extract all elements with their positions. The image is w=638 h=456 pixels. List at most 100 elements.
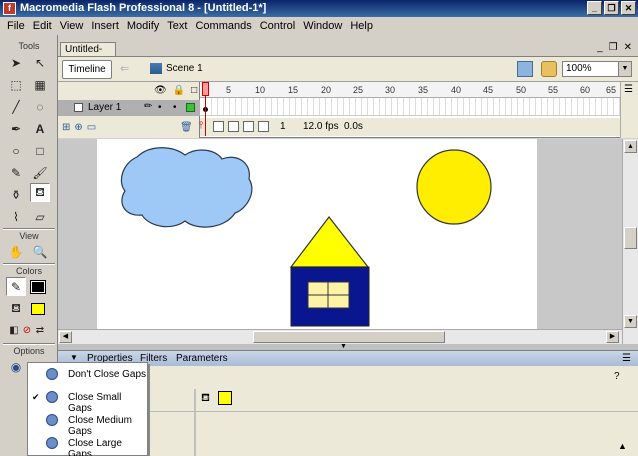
menu-item-close-large-gaps[interactable]: Close Large Gaps [28, 432, 147, 456]
modify-onion-markers-icon[interactable] [258, 121, 269, 132]
edit-symbols-icon[interactable] [541, 61, 557, 77]
edit-scene-icon[interactable] [517, 61, 533, 77]
scene-icon [150, 63, 162, 74]
subselection-tool-icon[interactable]: ↖ [30, 53, 50, 72]
frame-ruler[interactable]: 1 5 10 15 20 25 30 35 40 45 50 55 60 65 [200, 82, 620, 98]
visibility-dot[interactable]: • [158, 102, 162, 113]
scroll-left-icon[interactable]: ◀ [59, 331, 72, 343]
ink-bottle-tool-icon[interactable]: ⚱ [6, 185, 26, 204]
zoom-tool-icon[interactable]: 🔍 [30, 242, 50, 261]
fill-color-icon[interactable]: ⛾ [6, 299, 26, 318]
collapse-up-icon[interactable]: ▲ [618, 441, 627, 451]
menu-item-dont-close-gaps[interactable]: Don't Close Gaps [28, 363, 147, 386]
menu-help[interactable]: Help [346, 20, 377, 32]
minimize-button[interactable]: _ [587, 1, 602, 15]
frame-label: 15 [288, 85, 299, 95]
oval-tool-icon[interactable]: ○ [6, 141, 26, 160]
vertical-scroll-thumb[interactable] [624, 227, 637, 249]
close-button[interactable]: ✕ [621, 1, 636, 15]
delete-layer-icon[interactable]: 🗑 [180, 122, 193, 133]
timeline-menu[interactable]: ☰ [620, 82, 638, 138]
menu-insert[interactable]: Insert [87, 20, 123, 32]
layer-name[interactable]: Layer 1 [88, 102, 121, 113]
scroll-right-icon[interactable]: ▶ [606, 331, 619, 343]
fill-color-swatch[interactable] [28, 299, 48, 318]
selection-tool-icon[interactable]: ➤ [6, 53, 26, 72]
sun-shape[interactable] [416, 149, 492, 225]
menu-edit[interactable]: Edit [29, 20, 56, 32]
cloud-shape[interactable] [120, 147, 253, 228]
line-tool-icon[interactable]: ╱ [6, 97, 26, 116]
swap-colors-icon[interactable]: ⇄ [30, 321, 50, 340]
layer-controls: ⊞ ⊕ ▭ [62, 122, 96, 133]
lock-dot[interactable]: • [173, 102, 177, 113]
insert-layer-icon[interactable]: ⊞ [62, 122, 70, 133]
playhead[interactable] [202, 82, 209, 138]
add-guide-layer-icon[interactable]: ⊕ [74, 122, 82, 133]
menu-control[interactable]: Control [256, 20, 299, 32]
stroke-color-icon[interactable]: ✎ [6, 277, 26, 296]
menu-commands[interactable]: Commands [191, 20, 255, 32]
stroke-color-swatch[interactable] [28, 277, 48, 296]
scroll-down-icon[interactable]: ▼ [624, 315, 637, 328]
edit-multiple-frames-icon[interactable] [243, 121, 254, 132]
lasso-tool-icon[interactable]: ◌ [30, 97, 50, 116]
roof-shape[interactable] [289, 216, 370, 268]
playhead-handle[interactable] [202, 82, 209, 96]
stage-vertical-scrollbar[interactable]: ▲ ▼ [622, 139, 638, 344]
back-arrow-icon[interactable]: ⇐ [120, 62, 129, 75]
help-icon[interactable]: ? [614, 371, 620, 382]
menu-text[interactable]: Text [163, 20, 191, 32]
menu-window[interactable]: Window [299, 20, 346, 32]
scene-label[interactable]: Scene 1 [166, 63, 203, 74]
onion-skin-outlines-icon[interactable] [228, 121, 239, 132]
fill-color-swatch[interactable] [218, 391, 232, 405]
timeline-button[interactable]: Timeline [62, 60, 112, 79]
eyedropper-tool-icon[interactable]: ⌇ [6, 207, 26, 226]
lock-icon[interactable]: 🔒 [173, 85, 185, 96]
text-tool-icon[interactable]: A [30, 119, 50, 138]
pencil-tool-icon[interactable]: ✎ [6, 163, 26, 182]
tab-parameters[interactable]: Parameters [176, 353, 228, 364]
paint-bucket-tool-icon[interactable]: ⛾ [30, 183, 50, 202]
frame-label: 25 [353, 85, 364, 95]
insert-folder-icon[interactable]: ▭ [87, 122, 96, 133]
zoom-select[interactable]: 100% ▼ [562, 61, 632, 77]
frame-rate[interactable]: 12.0 fps [303, 121, 339, 132]
pen-tool-icon[interactable]: ✒ [6, 119, 26, 138]
free-transform-tool-icon[interactable]: ⬚ [6, 75, 26, 94]
onion-skin-icon[interactable] [213, 121, 224, 132]
menu-file[interactable]: File [3, 20, 29, 32]
panel-menu-icon[interactable]: ☰ [622, 353, 631, 364]
view-header: View [19, 231, 39, 241]
document-minimize-icon[interactable]: _ [597, 42, 603, 53]
document-close-icon[interactable]: ✕ [624, 42, 632, 53]
menu-item-close-small-gaps[interactable]: ✔ Close Small Gaps [28, 386, 147, 414]
zoom-value: 100% [566, 63, 592, 74]
eye-icon[interactable]: 👁 [154, 85, 167, 96]
gap-size-option-icon[interactable]: ◉ [6, 357, 26, 376]
menu-icon[interactable]: ☰ [624, 84, 633, 95]
restore-button[interactable]: ❐ [604, 1, 619, 15]
gradient-transform-tool-icon[interactable]: ▦ [30, 75, 50, 94]
expand-arrow-icon[interactable]: ▼ [70, 353, 78, 362]
outline-icon[interactable]: □ [191, 85, 197, 96]
document-restore-icon[interactable]: ❐ [609, 42, 618, 53]
menu-modify[interactable]: Modify [123, 20, 163, 32]
eraser-tool-icon[interactable]: ▱ [30, 207, 50, 226]
colors-header: Colors [15, 266, 42, 276]
layer-row[interactable]: Layer 1 ✏ • • [58, 100, 200, 116]
brush-tool-icon[interactable]: 🖌 [30, 163, 50, 182]
frame-cells[interactable] [200, 98, 620, 116]
chevron-down-icon[interactable]: ▼ [618, 62, 631, 76]
outline-color-swatch[interactable] [186, 103, 195, 112]
menu-view[interactable]: View [56, 20, 88, 32]
rectangle-tool-icon[interactable]: □ [30, 141, 50, 160]
menu-item-close-medium-gaps[interactable]: Close Medium Gaps [28, 409, 147, 437]
scroll-up-icon[interactable]: ▲ [624, 140, 637, 153]
stage[interactable] [97, 139, 537, 329]
hand-tool-icon[interactable]: ✋ [6, 242, 26, 261]
document-tab[interactable]: Untitled-1* [60, 42, 116, 66]
horizontal-scroll-thumb[interactable] [253, 331, 445, 343]
stage-horizontal-scrollbar[interactable]: ◀ ▶ [58, 329, 622, 344]
